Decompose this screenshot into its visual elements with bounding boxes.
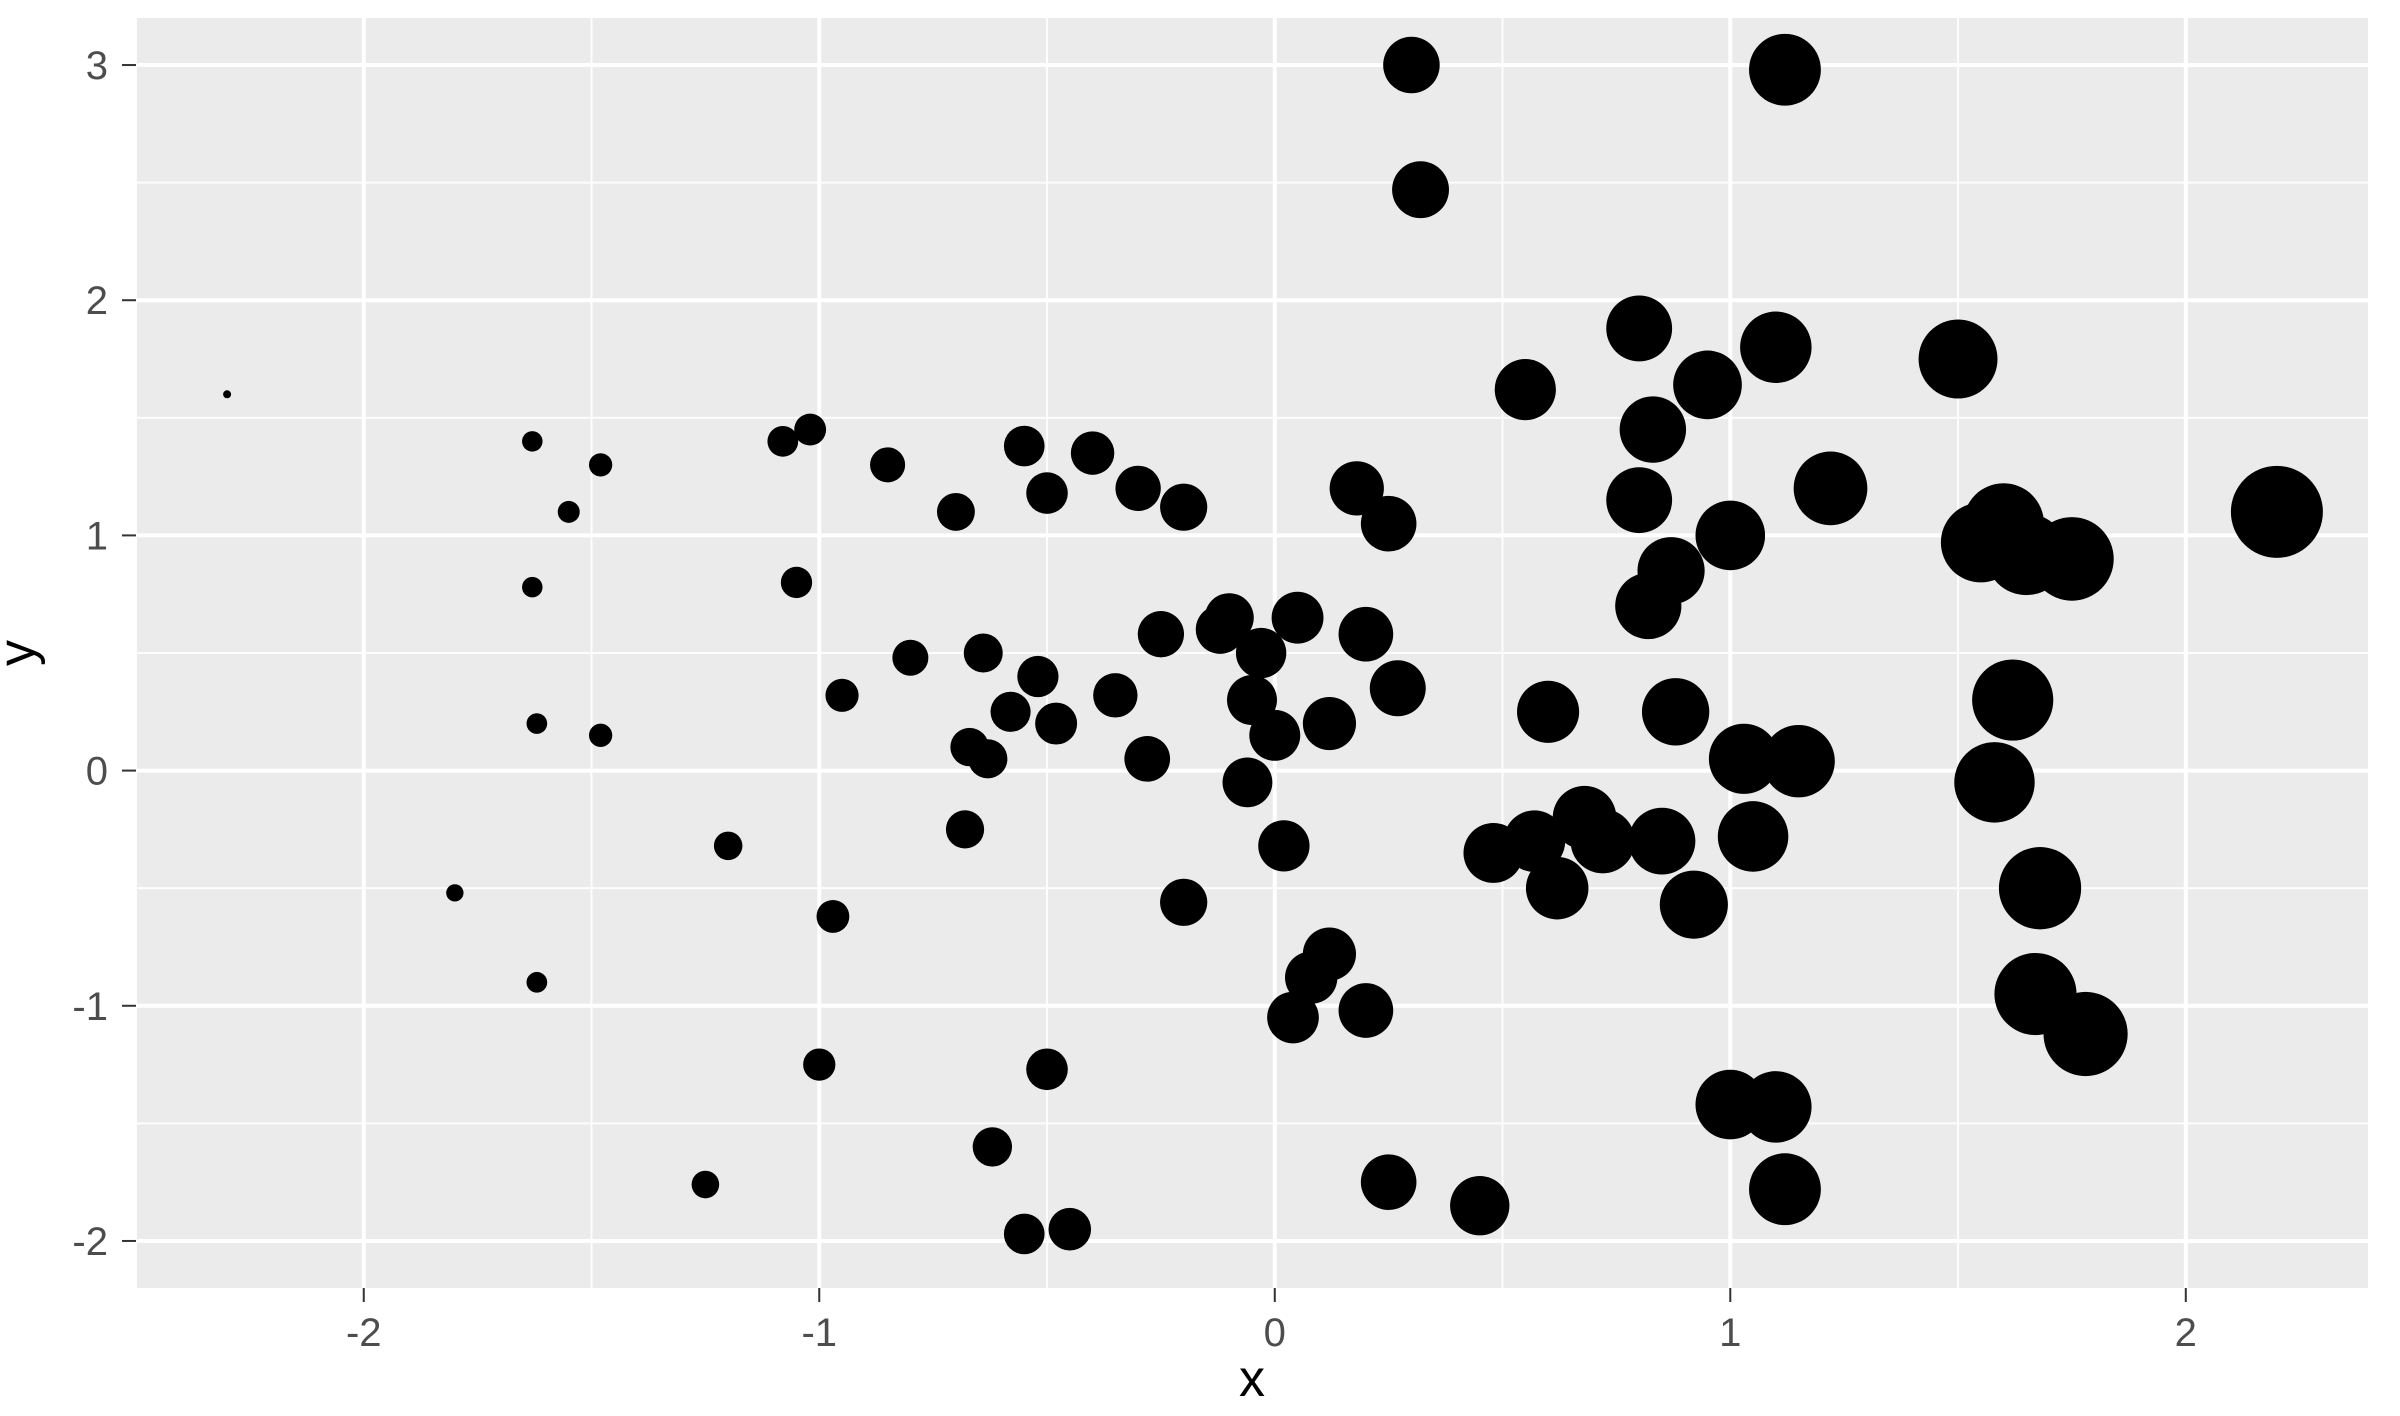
x-tick-label: 1 (1719, 1311, 1741, 1355)
scatter-chart: -2 -1 0 1 2 -2 -1 0 1 2 3 x y (0, 0, 2400, 1416)
data-point (1606, 467, 1672, 533)
chart-svg: -2 -1 0 1 2 -2 -1 0 1 2 3 x y (0, 0, 2400, 1416)
data-point (1017, 656, 1058, 697)
data-point (1303, 927, 1356, 980)
data-point (1718, 801, 1789, 872)
data-point (767, 426, 798, 457)
y-tick-label: -1 (72, 985, 108, 1029)
data-point (1339, 607, 1394, 662)
data-point (1093, 673, 1137, 717)
data-point (589, 453, 612, 476)
data-point (1673, 351, 1742, 420)
data-point (1160, 879, 1207, 926)
data-point (1026, 472, 1068, 514)
data-point (1740, 312, 1811, 383)
data-point (1954, 742, 2034, 822)
data-point (991, 692, 1031, 732)
data-point (825, 679, 858, 712)
data-point (1762, 725, 1834, 797)
y-tick-label: 3 (86, 44, 108, 88)
data-point (1160, 484, 1207, 531)
data-point (1035, 703, 1077, 745)
data-point (973, 1127, 1012, 1166)
data-point (1450, 1176, 1509, 1235)
data-point (1571, 809, 1635, 873)
data-point (1629, 808, 1696, 875)
data-point (1115, 466, 1160, 511)
x-tick-label: -2 (346, 1311, 382, 1355)
data-point (1004, 426, 1045, 467)
data-point (527, 713, 548, 734)
data-point (2231, 466, 2323, 558)
data-point (1749, 1153, 1821, 1225)
data-point (589, 724, 612, 747)
data-point (817, 900, 850, 933)
data-point (1749, 34, 1821, 106)
data-point (946, 810, 984, 848)
data-point (1383, 37, 1440, 94)
data-point (1620, 396, 1686, 462)
data-point (1026, 1048, 1068, 1090)
x-tick-label: -1 (801, 1311, 837, 1355)
data-point (714, 832, 743, 861)
data-point (1361, 1154, 1417, 1210)
data-point (1049, 1208, 1092, 1251)
data-point (522, 577, 543, 598)
data-point (1223, 757, 1273, 807)
y-axis-title: y (0, 640, 46, 666)
data-point (692, 1171, 720, 1199)
x-tick-label: 0 (1264, 1311, 1286, 1355)
data-point (1249, 710, 1300, 761)
data-point (1138, 611, 1184, 657)
y-tick-label: -2 (72, 1220, 108, 1264)
data-point (1517, 681, 1579, 743)
data-point (1794, 452, 1868, 526)
y-tick-label: 0 (86, 750, 108, 794)
data-point (1660, 871, 1728, 939)
data-point (1526, 857, 1589, 920)
data-point (1637, 537, 1704, 604)
data-point (1695, 501, 1765, 571)
x-axis-title: x (1239, 1350, 1265, 1408)
data-point (1919, 320, 1998, 399)
x-tick-label: 2 (2175, 1311, 2197, 1355)
data-point (1124, 736, 1170, 782)
data-point (964, 634, 1003, 673)
data-point (781, 567, 812, 598)
data-point (1392, 161, 1449, 218)
data-point (1272, 592, 1324, 644)
data-point (1339, 983, 1394, 1038)
data-point (794, 414, 826, 446)
data-point (1606, 296, 1672, 362)
data-point (1972, 659, 2053, 740)
data-point (1999, 847, 2081, 929)
data-point (1361, 496, 1417, 552)
data-point (1071, 431, 1114, 474)
data-point (223, 390, 231, 398)
data-point (870, 447, 905, 482)
data-point (1258, 820, 1309, 871)
data-point (1495, 359, 1556, 420)
data-point (892, 640, 928, 676)
data-point (558, 501, 580, 523)
data-point (522, 431, 543, 452)
data-point (527, 972, 548, 993)
data-point (1740, 1071, 1811, 1142)
data-point (1303, 697, 1356, 750)
data-point (446, 884, 463, 901)
y-tick-label: 2 (86, 279, 108, 323)
data-point (1370, 660, 1426, 716)
data-point (1004, 1214, 1045, 1255)
data-point (2030, 517, 2114, 601)
data-point (937, 493, 975, 531)
data-point (1642, 678, 1709, 745)
y-tick-label: 1 (86, 514, 108, 558)
data-point (968, 739, 1007, 778)
data-point (803, 1048, 835, 1080)
data-point (2044, 992, 2128, 1076)
